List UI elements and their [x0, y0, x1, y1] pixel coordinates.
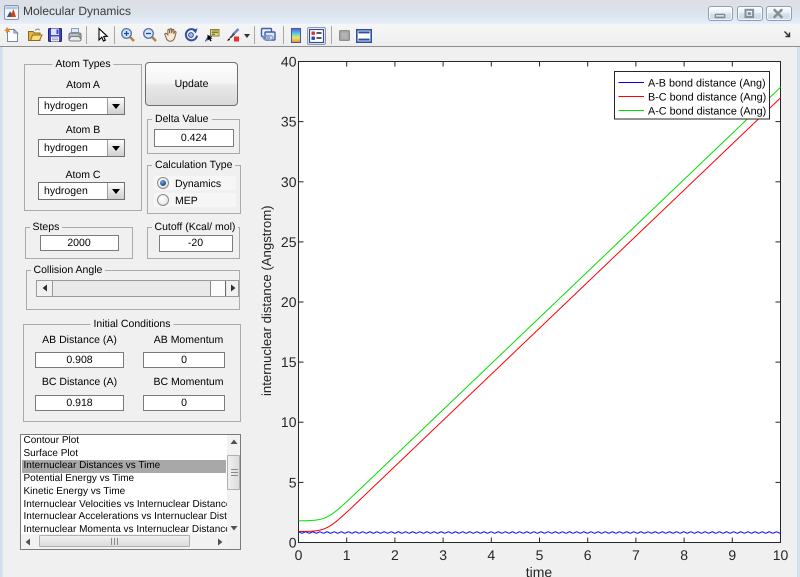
svg-text:1: 1 [343, 547, 351, 563]
svg-text:A-C bond distance (Ang): A-C bond distance (Ang) [648, 106, 766, 118]
svg-text:B-C bond distance (Ang): B-C bond distance (Ang) [648, 92, 766, 104]
svg-text:time: time [526, 564, 553, 577]
svg-text:15: 15 [281, 354, 297, 370]
svg-text:3: 3 [439, 547, 447, 563]
svg-text:0: 0 [289, 535, 297, 551]
svg-text:6: 6 [584, 547, 592, 563]
svg-text:2: 2 [391, 547, 399, 563]
svg-text:40: 40 [281, 54, 297, 70]
svg-text:8: 8 [680, 547, 688, 563]
svg-text:5: 5 [536, 547, 544, 563]
svg-text:25: 25 [281, 234, 297, 250]
svg-text:9: 9 [728, 547, 736, 563]
svg-text:internuclear distance (Angstro: internuclear distance (Angstrom) [259, 205, 274, 396]
svg-text:5: 5 [289, 474, 297, 490]
svg-text:35: 35 [281, 114, 297, 130]
svg-text:20: 20 [281, 294, 297, 310]
svg-text:4: 4 [487, 547, 495, 563]
svg-text:A-B bond distance (Ang): A-B bond distance (Ang) [648, 78, 766, 90]
svg-text:7: 7 [632, 547, 640, 563]
svg-text:10: 10 [773, 547, 789, 563]
svg-text:30: 30 [281, 174, 297, 190]
svg-text:10: 10 [281, 414, 297, 430]
